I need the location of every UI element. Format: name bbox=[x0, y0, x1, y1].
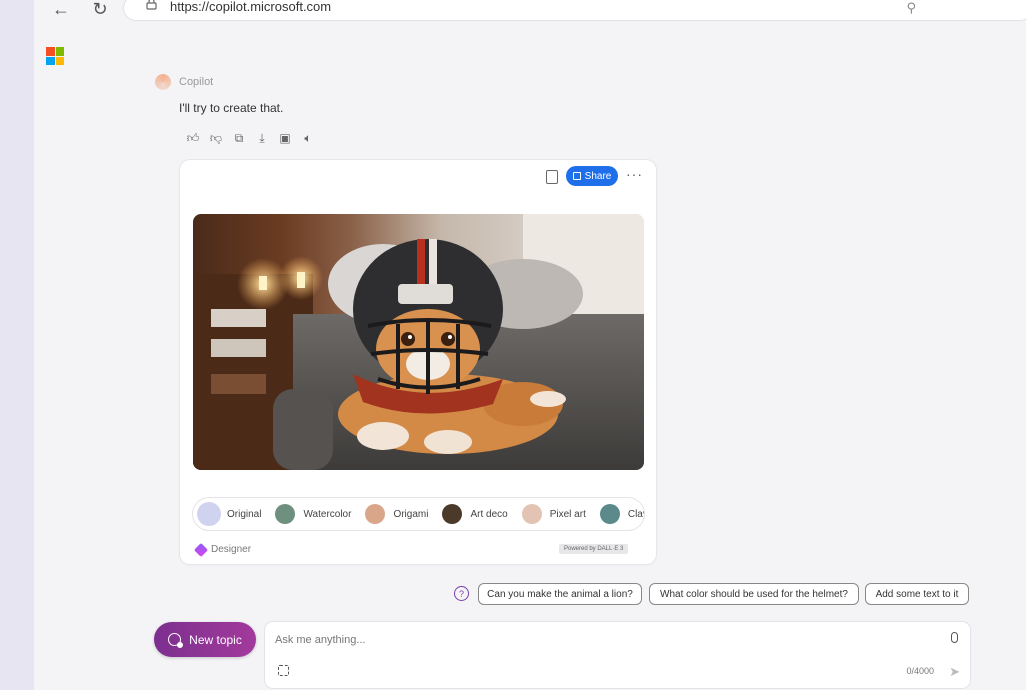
style-label: Origami bbox=[393, 508, 429, 520]
message-actions: 👍︎ 👎︎ ⧉ ⤓ ▣ 🔈︎ bbox=[186, 131, 315, 146]
copy-icon[interactable] bbox=[546, 170, 558, 184]
style-origami[interactable]: Origami bbox=[365, 504, 428, 524]
new-topic-label: New topic bbox=[189, 632, 242, 647]
designer-icon bbox=[193, 542, 209, 557]
style-thumb bbox=[365, 504, 386, 524]
suggestion-chip[interactable]: Can you make the animal a lion? bbox=[478, 583, 642, 605]
microsoft-logo bbox=[46, 47, 64, 65]
designer-label: Designer bbox=[211, 544, 252, 555]
download-icon[interactable]: ⤓ bbox=[255, 131, 269, 145]
sender-name: Copilot bbox=[179, 76, 214, 88]
address-bar[interactable]: https://copilot.microsoft.com ⚲ bbox=[124, 0, 1026, 20]
share-button[interactable]: Share bbox=[566, 166, 618, 186]
style-label: Original bbox=[227, 508, 262, 520]
chat-input[interactable] bbox=[275, 630, 915, 650]
chat-composer: 0/4000 ➤ bbox=[265, 622, 970, 688]
reload-button[interactable]: ↻ bbox=[89, 0, 111, 19]
style-watercolor[interactable]: Watercolor bbox=[275, 504, 351, 524]
style-thumb bbox=[521, 504, 542, 524]
new-topic-icon bbox=[168, 633, 184, 648]
thumbs-up-icon[interactable]: 👍︎ bbox=[186, 131, 200, 145]
url-text: https://copilot.microsoft.com bbox=[170, 0, 332, 14]
send-icon[interactable]: ➤ bbox=[949, 664, 960, 680]
export-icon[interactable]: ▣ bbox=[278, 131, 292, 145]
read-aloud-icon[interactable]: 🔈︎ bbox=[301, 131, 315, 145]
share-label: Share bbox=[584, 170, 612, 182]
style-options: Original Watercolor Origami Art deco Pix… bbox=[193, 498, 644, 530]
lock-icon bbox=[146, 0, 157, 10]
style-art-deco[interactable]: Art deco bbox=[442, 504, 508, 524]
image-scan-icon[interactable] bbox=[278, 665, 289, 676]
more-options-icon[interactable]: ··· bbox=[626, 166, 643, 182]
generated-image[interactable] bbox=[193, 214, 644, 470]
designer-link[interactable]: Designer bbox=[193, 542, 252, 557]
character-count: 0/4000 bbox=[906, 666, 934, 676]
cat-helmet-illustration bbox=[193, 214, 644, 470]
style-original[interactable]: Original bbox=[199, 504, 261, 524]
zoom-icon[interactable]: ⚲ bbox=[906, 0, 916, 16]
microphone-icon[interactable] bbox=[951, 632, 958, 643]
back-button[interactable]: ← bbox=[50, 0, 72, 19]
sidebar-strip bbox=[0, 0, 34, 690]
new-topic-button[interactable]: New topic bbox=[154, 622, 256, 657]
style-claymation[interactable]: Claymation bbox=[599, 504, 644, 524]
thumbs-down-icon[interactable]: 👎︎ bbox=[209, 131, 223, 145]
style-label: Pixel art bbox=[549, 508, 586, 520]
powered-by-badge: Powered by DALL·E 3 bbox=[559, 544, 629, 554]
suggestion-chip[interactable]: What color should be used for the helmet… bbox=[649, 583, 859, 605]
style-pixel-art[interactable]: Pixel art bbox=[521, 504, 586, 524]
arrow-left-icon: ← bbox=[52, 0, 70, 19]
image-card: Share ··· Original Watercolor Origami Ar… bbox=[180, 160, 656, 564]
message-sender: Copilot bbox=[155, 74, 213, 90]
style-thumb bbox=[442, 504, 463, 524]
share-icon bbox=[572, 172, 581, 180]
style-thumb bbox=[275, 504, 296, 524]
style-thumb bbox=[199, 504, 219, 524]
assistant-reply: I'll try to create that. bbox=[179, 101, 284, 115]
style-label: Claymation bbox=[627, 508, 644, 520]
copilot-avatar bbox=[155, 74, 171, 90]
copy-icon[interactable]: ⧉ bbox=[232, 131, 246, 145]
style-label: Watercolor bbox=[303, 508, 352, 520]
reload-icon: ↻ bbox=[92, 0, 108, 19]
style-label: Art deco bbox=[470, 508, 508, 520]
question-icon[interactable]: ? bbox=[454, 586, 469, 601]
suggestion-chip[interactable]: Add some text to it bbox=[865, 583, 969, 605]
style-thumb bbox=[599, 504, 620, 524]
